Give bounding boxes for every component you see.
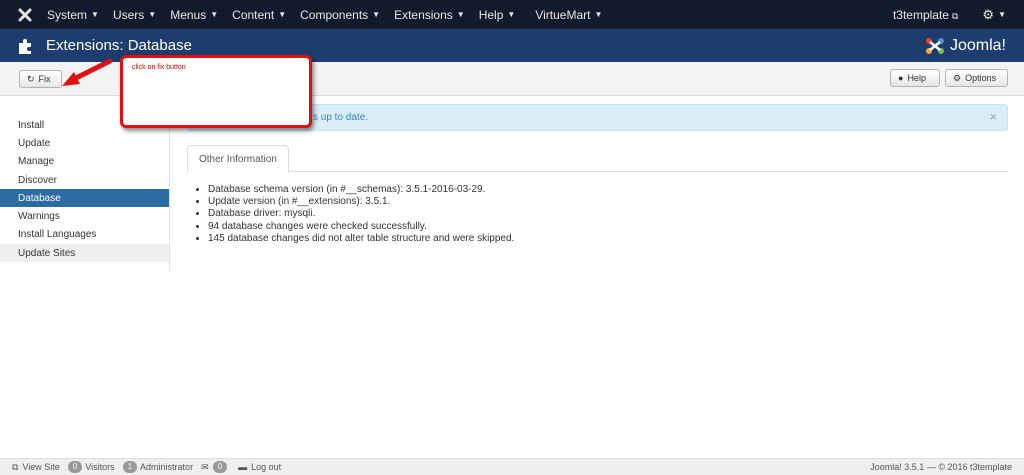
- caret-down-icon: ▼: [278, 10, 287, 19]
- sidebar-item-label: Discover: [18, 174, 57, 186]
- refresh-icon: ↻: [27, 73, 35, 84]
- list-item: Database schema version (in #__schemas):…: [208, 184, 514, 196]
- help-button-label: Help: [907, 73, 926, 83]
- envelope-icon: ✉: [201, 461, 209, 472]
- menu-virtuemart[interactable]: VirtueMart ▼: [535, 8, 602, 22]
- top-navbar: System ▼ Users ▼ Menus ▼ Content ▼ Component…: [0, 0, 1024, 29]
- fix-button[interactable]: ↻ Fix: [19, 70, 62, 88]
- menu-menus[interactable]: Menus ▼: [170, 8, 218, 22]
- menu-content-label: Content: [232, 7, 275, 22]
- caret-down-icon: ▼: [594, 10, 603, 19]
- site-link[interactable]: t3template ⧉: [893, 8, 958, 22]
- sidebar-item-update[interactable]: Update: [0, 134, 169, 152]
- list-item: Database driver: mysqli.: [208, 208, 514, 220]
- menu-components[interactable]: Components ▼: [300, 8, 380, 22]
- tab-bar: Other Information: [187, 145, 1008, 173]
- visitors-status: 0 Visitors: [67, 461, 115, 473]
- joomla-logo-icon[interactable]: [15, 5, 35, 25]
- menu-system-label: System: [47, 7, 88, 22]
- sidebar-item-warnings[interactable]: Warnings: [0, 207, 169, 225]
- sidebar-item-label: Install Languages: [18, 229, 97, 241]
- list-item: 94 database changes were checked success…: [208, 221, 514, 233]
- menu-menus-label: Menus: [170, 7, 207, 22]
- admins-label: Administrator: [140, 462, 194, 472]
- menu-help[interactable]: Help ▼: [479, 8, 516, 22]
- sidebar-item-label: Warnings: [18, 211, 60, 223]
- menu-content[interactable]: Content ▼: [232, 8, 286, 22]
- visitors-label: Visitors: [85, 462, 115, 472]
- options-button[interactable]: ⚙ Options: [945, 69, 1008, 87]
- menu-extensions[interactable]: Extensions ▼: [394, 8, 465, 22]
- messages-count-badge: 0: [212, 461, 228, 473]
- sidebar-item-label: Manage: [18, 156, 55, 168]
- status-footer: ⧉ View Site 0 Visitors 1 Administrator ✉…: [0, 458, 1024, 475]
- list-item: Update version (in #__extensions): 3.5.1…: [208, 196, 514, 208]
- annotation-callout: click on fix button: [120, 55, 312, 128]
- admins-count-badge: 1: [122, 461, 138, 473]
- sidebar: Install Update Manage Discover Database …: [0, 116, 169, 263]
- caret-down-icon: ▼: [91, 10, 99, 19]
- database-info-list: Database schema version (in #__schemas):…: [198, 184, 514, 245]
- caret-down-icon: ▼: [998, 10, 1006, 19]
- tab-label: Other Information: [199, 153, 277, 165]
- caret-down-icon: ▼: [456, 10, 465, 19]
- visitors-count-badge: 0: [67, 461, 83, 473]
- question-circle-icon: ●: [898, 73, 904, 83]
- minus-icon: ▬: [238, 462, 248, 472]
- copyright-text: Joomla! 3.5.1 — © 2016 t3template: [870, 462, 1012, 472]
- logout-label: Log out: [251, 462, 282, 472]
- sidebar-item-manage[interactable]: Manage: [0, 153, 169, 171]
- site-link-label: t3template: [892, 7, 949, 22]
- menu-users[interactable]: Users ▼: [113, 8, 156, 22]
- sidebar-item-update-sites[interactable]: Update Sites: [0, 244, 169, 263]
- caret-down-icon: ▼: [148, 10, 157, 19]
- joomla-brand-label: Joomla!: [949, 36, 1006, 54]
- sidebar-item-label: Update: [18, 137, 51, 149]
- external-link-icon: ⧉: [951, 10, 959, 21]
- joomla-brand: Joomla!: [924, 36, 1006, 56]
- caret-down-icon: ▼: [372, 10, 381, 19]
- tab-other-information[interactable]: Other Information: [187, 145, 289, 173]
- menu-extensions-label: Extensions: [394, 7, 453, 22]
- menu-virtuemart-label: VirtueMart: [535, 7, 591, 22]
- view-site-label: View Site: [22, 462, 60, 472]
- sidebar-item-database[interactable]: Database: [0, 189, 169, 208]
- page-title: Extensions: Database: [46, 37, 192, 54]
- sidebar-item-install-languages[interactable]: Install Languages: [0, 226, 169, 244]
- user-menu[interactable]: ⚙ ▼: [982, 7, 1006, 23]
- gear-icon: ⚙: [953, 72, 962, 83]
- caret-down-icon: ▼: [210, 10, 219, 19]
- sidebar-item-label: Update Sites: [18, 247, 76, 259]
- menu-system[interactable]: System ▼: [47, 8, 99, 22]
- sidebar-item-label: Install: [18, 119, 45, 131]
- view-site-link[interactable]: ⧉ View Site: [12, 462, 60, 473]
- fix-button-label: Fix: [38, 74, 51, 84]
- sidebar-item-label: Database: [18, 192, 61, 204]
- menu-help-label: Help: [478, 7, 504, 22]
- caret-down-icon: ▼: [507, 10, 516, 19]
- list-item: 145 database changes did not alter table…: [208, 233, 514, 245]
- gear-icon: ⚙: [982, 6, 995, 22]
- sidebar-item-discover[interactable]: Discover: [0, 171, 169, 189]
- close-icon[interactable]: ×: [989, 109, 997, 124]
- admins-status: 1 Administrator: [122, 461, 194, 473]
- external-link-icon: ⧉: [12, 461, 19, 472]
- logout-link[interactable]: ▬ Log out: [238, 462, 281, 472]
- menu-users-label: Users: [112, 7, 145, 22]
- messages-status[interactable]: ✉ 0: [201, 461, 230, 473]
- puzzle-icon: [19, 38, 31, 54]
- callout-text: click on fix button: [132, 64, 186, 71]
- alert-message: s up to date.: [313, 112, 369, 123]
- menu-components-label: Components: [300, 7, 369, 22]
- help-button[interactable]: ● Help: [890, 69, 940, 87]
- joomla-brand-icon: [925, 37, 944, 54]
- annotation-arrow-icon: [62, 58, 113, 86]
- options-button-label: Options: [965, 73, 997, 83]
